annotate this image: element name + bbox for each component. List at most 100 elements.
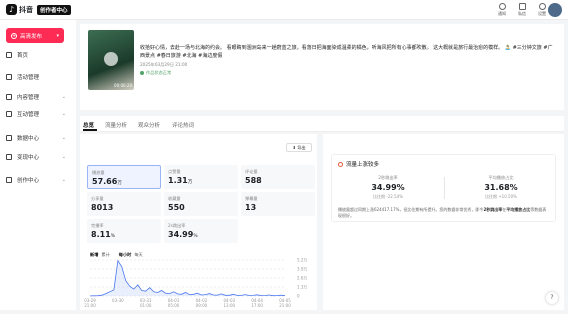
tab-overview[interactable]: 总览 [83, 121, 94, 129]
metric-value: 8.11% [91, 230, 115, 239]
main-content: 00:00:20 收拾好心情，去赴一场与北海的约会。 看眼睛到涠洲岛来一趟蔚蓝之… [80, 20, 568, 310]
sidebar-item-monetize[interactable]: 变现中心 ⌄ [6, 153, 70, 161]
sidebar-item-label: 数据中心 [17, 136, 40, 142]
metric-value: 57.66万 [92, 177, 122, 186]
app-logo[interactable]: ♪ 抖音 创作者中心 [6, 4, 71, 15]
sidebar-item-label: 创作中心 [17, 178, 40, 184]
metric-label: 2s跳出率 [168, 223, 186, 228]
metric-card[interactable]: 分享量 8013 [87, 192, 161, 216]
metric-card[interactable]: 评论量 588 [241, 165, 315, 189]
message-icon [518, 3, 526, 10]
stat-value: 34.99% [371, 183, 405, 192]
metric-value: 588 [245, 176, 262, 185]
analysis-tabs: 总览 流量分析 观众分析 评论热词 [80, 116, 564, 132]
x-tick-label: 21:00 [84, 303, 96, 308]
video-date: 2025年03月29日 21:00 [140, 62, 188, 67]
metric-card[interactable]: 收藏量 550 [164, 192, 238, 216]
stat-value: 31.68% [484, 183, 518, 192]
video-title: 收拾好心情，去赴一场与北海的约会。 看眼睛到涠洲岛来一趟蔚蓝之旅，看落日把海面染… [140, 45, 553, 59]
y-tick-label: 3.9万 [297, 267, 307, 272]
x-tick-label: 21:00 [279, 303, 291, 308]
top-icons: 通知 私信 设置 [498, 3, 546, 17]
video-card: 00:00:20 收拾好心情，去赴一场与北海的约会。 看眼睛到涠洲岛来一趟蔚蓝之… [80, 24, 564, 110]
metric-value: 1.31万 [168, 176, 192, 185]
metric-value: 13 [245, 203, 256, 212]
question-icon: ? [550, 294, 554, 301]
help-button[interactable]: ? [546, 292, 558, 304]
notification-label: 通知 [498, 11, 506, 16]
trend-chart: 5.2万 3.9万 2.6万 1.3万 0 03-29 21:00 03-30 03-31 01:… [80, 256, 317, 310]
metric-number: 550 [168, 203, 185, 212]
tab-comments[interactable]: 评论热词 [172, 121, 194, 129]
metric-label: 点赞量 [168, 169, 181, 174]
sidebar-item-label: 首页 [17, 53, 29, 59]
x-tick-label: 01:00 [140, 303, 152, 308]
tab-audience[interactable]: 观众分析 [138, 121, 160, 129]
metric-unit: % [193, 234, 198, 239]
status-text: 作品状态正常 [146, 70, 172, 75]
alert-header: 流量上涨较多 [338, 160, 379, 168]
metric-label: 收藏量 [168, 196, 181, 201]
sidebar-item-activity[interactable]: 活动管理 [6, 73, 70, 81]
metric-card[interactable]: 点赞量 1.31万 [164, 165, 238, 189]
chevron-down-icon: ⌄ [61, 135, 66, 141]
metric-card[interactable]: 2s跳出率 34.99% [164, 219, 238, 243]
video-duration: 00:00:20 [114, 83, 132, 88]
home-icon [6, 52, 12, 58]
metric-card[interactable]: 播放量 57.66万 [87, 165, 161, 189]
sidebar-item-create[interactable]: 创作中心 ⌄ [6, 176, 70, 184]
video-status: 作品状态正常 [140, 70, 171, 76]
tiktok-logo-icon: ♪ [6, 4, 17, 15]
alert-description: 播放量超过同期上涨624417.17%，但比往期有所提升。您的数据非常优秀，即今… [338, 207, 550, 219]
notification-button[interactable]: 通知 [498, 3, 506, 17]
sidebar-item-label: 互动管理 [17, 112, 40, 118]
plus-icon: + [11, 32, 17, 39]
metric-number: 57.66 [92, 177, 118, 186]
metric-value: 550 [168, 203, 185, 212]
metric-card[interactable]: 弹幕量 13 [241, 192, 315, 216]
content-icon [6, 94, 12, 100]
y-tick-label: 2.6万 [297, 276, 307, 281]
y-tick-label: 5.2万 [297, 258, 307, 263]
export-label: 导出 [297, 145, 306, 150]
creator-center-badge: 创作者中心 [37, 4, 71, 15]
chevron-down-icon: ⌄ [61, 94, 66, 100]
chevron-down-icon: ⌄ [61, 154, 66, 160]
star-icon [6, 177, 12, 183]
traffic-alert-card: 流量上涨较多 2秒跳出率 34.99% 比往期 -22.54% 平均播放占比 3… [331, 154, 556, 222]
metric-unit: % [110, 234, 116, 239]
stat-label: 2秒跳出率 [378, 175, 398, 180]
stat-bounce-rate: 2秒跳出率 34.99% 比往期 -22.54% [338, 175, 438, 200]
settings-label: 设置 [538, 11, 546, 16]
metric-number: 13 [245, 203, 257, 212]
alert-title: 流量上涨较多 [346, 162, 380, 168]
sidebar-item-content[interactable]: 内容管理 ⌄ [6, 93, 70, 101]
overview-panel: ⬇ 导出 播放量 57.66万 点赞量 1.31万 评论量 588 分享量 80… [80, 134, 317, 310]
settings-button[interactable]: 设置 [538, 3, 546, 17]
x-tick-label: 13:00 [224, 303, 236, 308]
x-tick-label: 03-30 [112, 298, 124, 303]
stat-avg-play-ratio: 平均播放占比 31.68% 比往期 +10.50% [451, 175, 551, 200]
metric-value: 8013 [91, 203, 113, 212]
metric-card[interactable]: 完播率 8.11% [87, 219, 161, 243]
avatar[interactable] [548, 3, 562, 17]
play-icon [104, 52, 118, 66]
y-tick-label: 1.3万 [297, 285, 307, 290]
tab-traffic[interactable]: 流量分析 [105, 121, 127, 129]
chevron-down-icon: ⌄ [61, 177, 66, 183]
export-button[interactable]: ⬇ 导出 [286, 143, 312, 152]
metric-number: 1.31 [168, 176, 188, 185]
traffic-panel: 流量上涨较多 2秒跳出率 34.99% 比往期 -22.54% 平均播放占比 3… [323, 134, 564, 310]
message-button[interactable]: 私信 [518, 3, 526, 17]
sidebar-item-interaction[interactable]: 互动管理 ⌄ [6, 110, 70, 118]
sidebar-item-home[interactable]: 首页 [6, 51, 70, 59]
sidebar-item-data[interactable]: 数据中心 ⌄ [6, 134, 70, 142]
video-thumbnail[interactable]: 00:00:20 [88, 30, 134, 90]
gear-icon [538, 3, 546, 10]
flag-icon [6, 74, 12, 80]
metric-number: 8.11 [91, 230, 111, 239]
publish-button[interactable]: + 高清发布 ▾ [6, 28, 64, 43]
x-tick-label: 09:00 [196, 303, 208, 308]
message-label: 私信 [518, 11, 526, 16]
metric-unit: 万 [117, 181, 122, 186]
